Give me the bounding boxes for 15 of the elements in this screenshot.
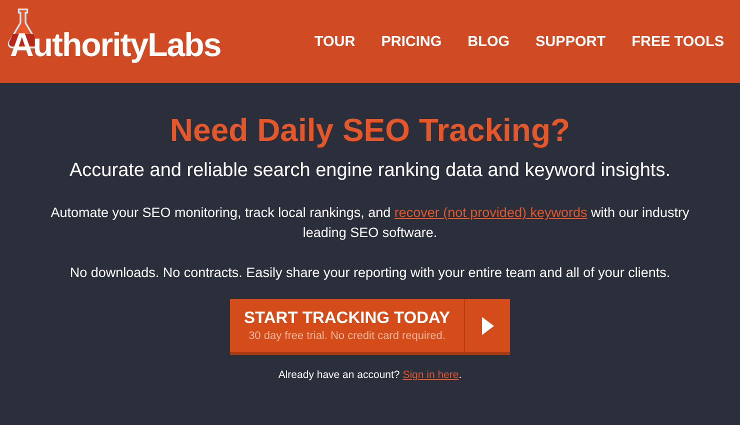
headline: Need Daily SEO Tracking? <box>170 111 570 149</box>
nav-link[interactable]: TOUR <box>314 34 356 50</box>
signin-text: Already have an account? Sign in here. <box>278 369 462 381</box>
link[interactable]: Sign in here <box>402 369 459 381</box>
nav-link[interactable]: FREE TOOLS <box>632 34 724 50</box>
play-icon <box>482 316 494 334</box>
nav-link[interactable]: SUPPORT <box>536 34 606 50</box>
logo[interactable]: AuthorityLabs <box>10 20 221 64</box>
link[interactable]: recover (not provided) keywords <box>394 205 588 220</box>
nav-link[interactable]: BLOG <box>468 34 510 50</box>
intro-paragraph: Automate your SEO monitoring, track local rankings, and recover (not provided) keywords with our industry leading SEO software. <box>50 204 690 242</box>
note-paragraph: No downloads. No contracts. Easily share your reporting with your entire team and all of your clients. <box>68 264 672 282</box>
start-tracking-button[interactable]: START TRACKING TODAY 30 day free trial. No credit card required. <box>230 299 510 355</box>
subtitle: Accurate and reliable search engine ranking data and keyword insights. <box>70 159 670 183</box>
nav-link[interactable]: PRICING <box>381 34 442 50</box>
